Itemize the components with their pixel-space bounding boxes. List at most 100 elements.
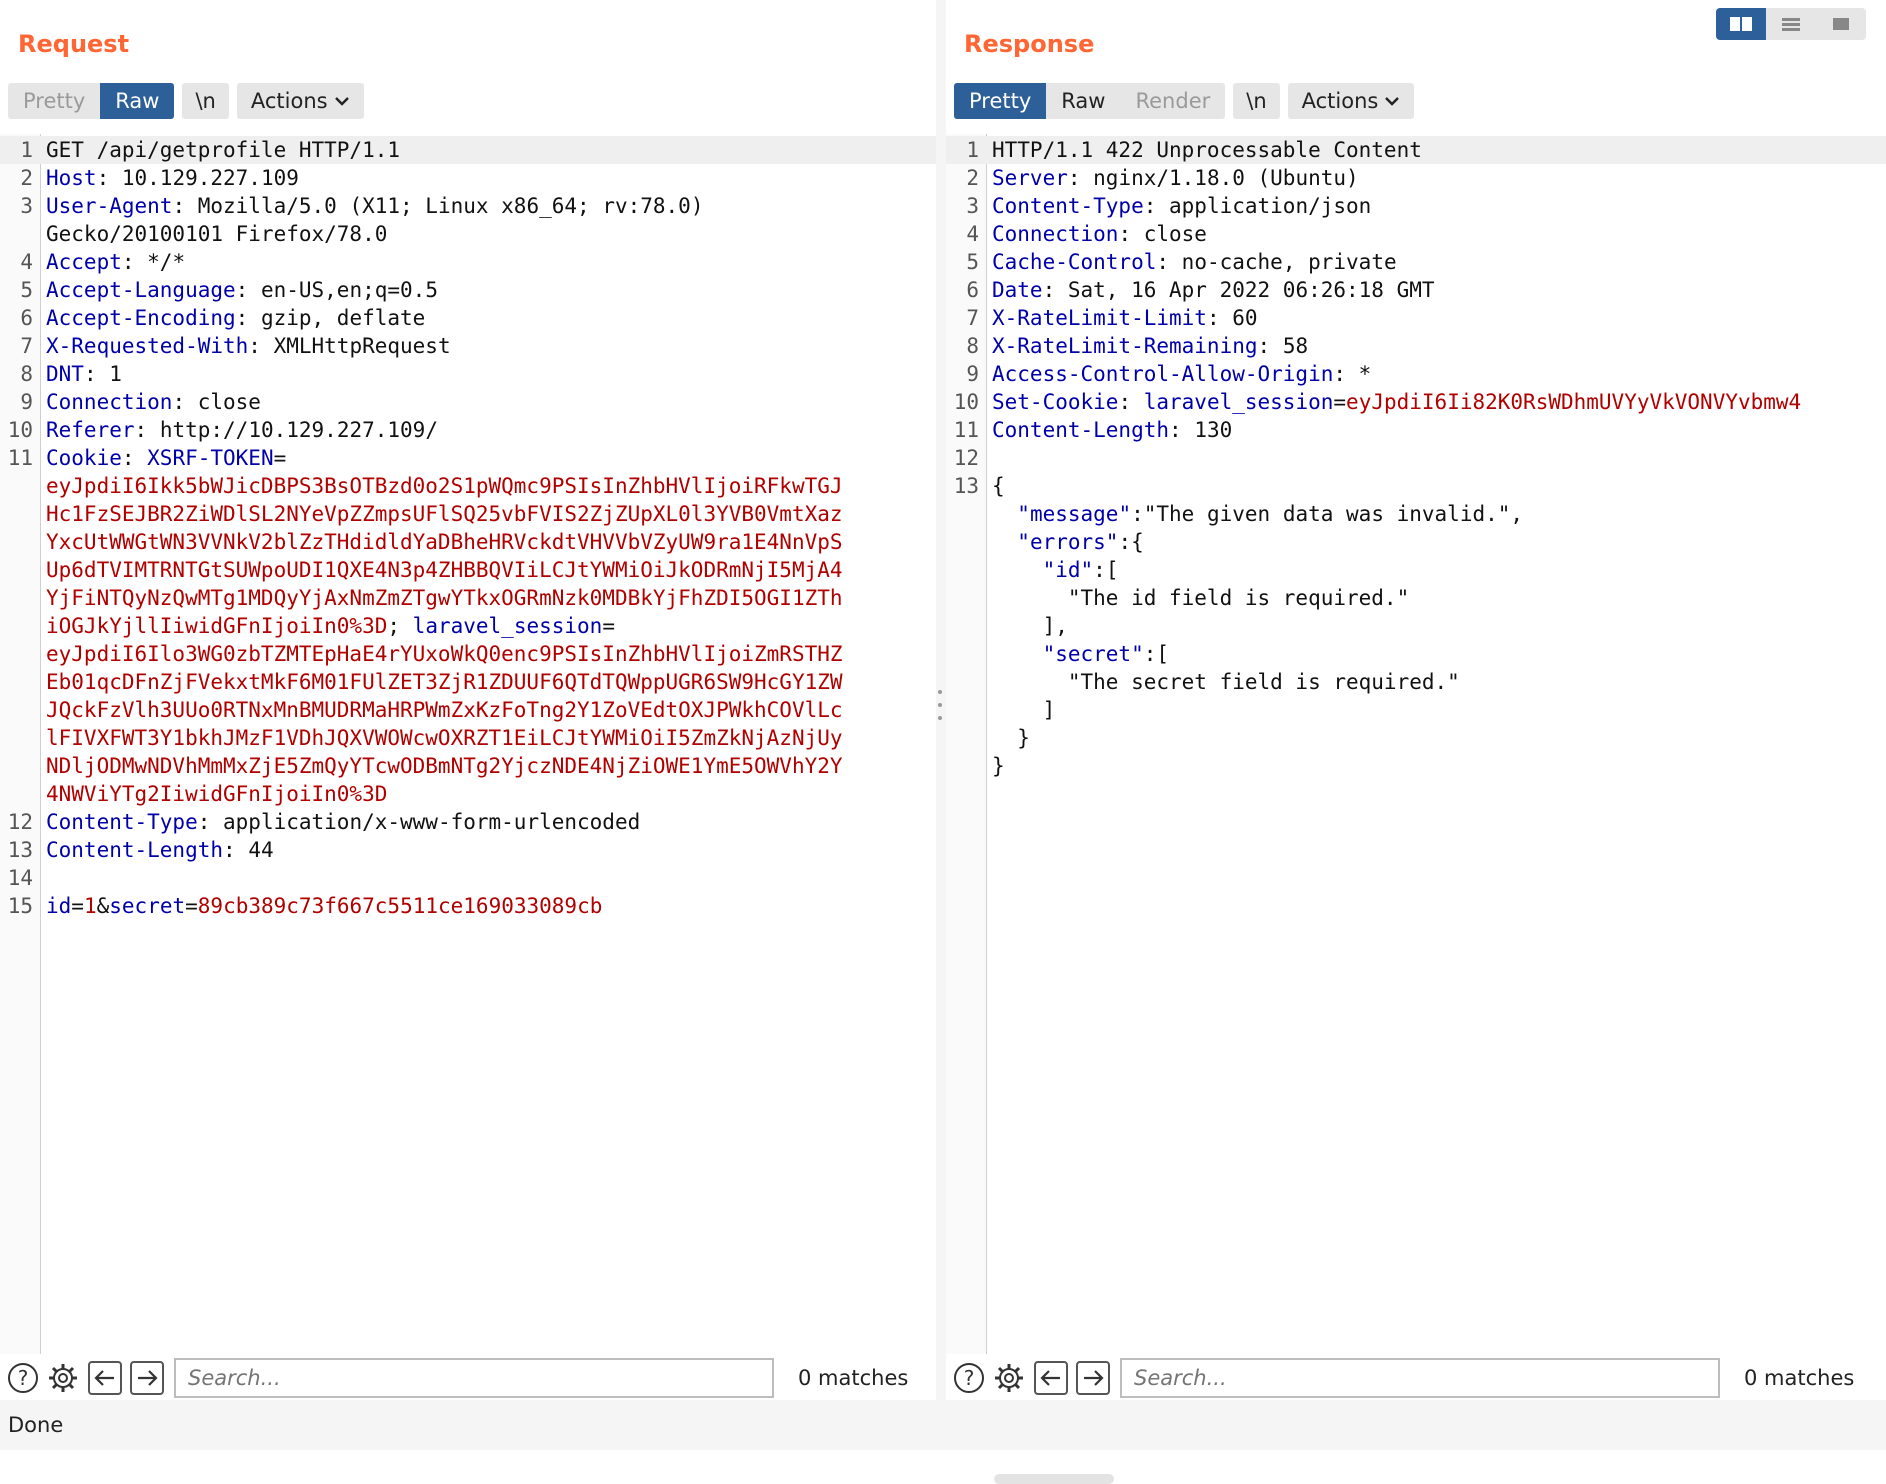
svg-text:?: ? (18, 1366, 29, 1390)
request-search-input[interactable] (174, 1358, 774, 1398)
cookie-session-value-line: NDljODMwNDVhMmMxZjE5ZmQyYTcwODBmNTg2Yjcz… (46, 754, 843, 778)
request-tab-pretty[interactable]: Pretty (8, 83, 100, 119)
request-line-12: 12 Content-Type: application/x-www-form-u… (7, 810, 641, 834)
request-line-8: 8 DNT: 1 (20, 362, 122, 386)
help-icon[interactable]: ? (952, 1361, 986, 1395)
response-tab-render[interactable]: Render (1120, 83, 1225, 119)
response-line-1: 1 HTTP/1.1 422 Unprocessable Content (946, 136, 1886, 164)
response-line-9: 9 Access-Control-Allow-Origin: * (966, 362, 1372, 386)
request-line-13: 13 Content-Length: 44 (7, 838, 274, 862)
cookie-xsrf-value-line: Hc1FzSEJBR2ZiWDlSL2NYeVpZZmpsUFlSQ25vbFV… (46, 502, 843, 526)
response-line-5: 5 Cache-Control: no-cache, private (966, 250, 1397, 274)
response-match-count: 0 matches (1744, 1366, 1855, 1390)
chevron-down-icon (334, 97, 349, 106)
cookie-session-value-line: lFIVXFWT3Y1bkhJMzF1VDhJQXVWOWcwOXRZT1EiL… (46, 726, 843, 750)
help-icon[interactable]: ? (6, 1361, 40, 1395)
cookie-session-value-line: eyJpdiI6Ilo3WG0zbTZMTEpHaE4rYUxoWkQ0enc9… (46, 642, 843, 666)
response-newline-toggle[interactable]: \n (1233, 83, 1280, 119)
chevron-down-icon (1385, 97, 1400, 106)
request-line-3: 3 User-Agent: Mozilla/5.0 (X11; Linux x86… (20, 194, 704, 218)
json-id-message-line: "The id field is required." (1067, 586, 1410, 610)
request-line-3-cont: Gecko/20100101 Firefox/78.0 (46, 222, 388, 246)
cookie-xsrf-value-line: Up6dTVIMTRNTGtSUWpoUDI1QXE4N3p4ZHBBQVIiL… (46, 558, 843, 582)
cookie-xsrf-value-line: iOGJkYjllIiwidGFnIjoiIn0%3D; laravel_ses… (46, 614, 615, 638)
response-title: Response (964, 30, 1095, 58)
response-line-3: 3 Content-Type: application/json (966, 194, 1372, 218)
response-tab-pretty[interactable]: Pretty (954, 83, 1047, 119)
response-view-tabs: Pretty Raw Render (954, 83, 1226, 119)
json-secret-line: "secret":[ (1042, 642, 1170, 666)
request-lines: 1 GET /api/getprofile HTTP/1.1 2 Host: 10.… (0, 136, 936, 920)
response-line-11: 11 Content-Length: 130 (953, 418, 1233, 442)
request-editor[interactable]: 1 GET /api/getprofile HTTP/1.1 2 Host: 10.… (0, 134, 936, 1354)
response-editor[interactable]: 1 HTTP/1.1 422 Unprocessable Content 2 Ser… (946, 134, 1886, 1484)
response-line-10: 10 Set-Cookie: laravel_session=eyJpdiI6Ii… (953, 390, 1802, 414)
response-line-8: 8 X-RateLimit-Remaining: 58 (966, 334, 1309, 358)
arrow-right-icon (138, 1370, 158, 1386)
drag-handle-icon[interactable] (937, 690, 943, 720)
request-line-7: 7 X-Requested-With: XMLHttpRequest (20, 334, 451, 358)
previous-match-button[interactable] (88, 1361, 122, 1395)
next-match-button[interactable] (1076, 1361, 1110, 1395)
request-line-14: 14 (7, 866, 33, 890)
response-line-7: 7 X-RateLimit-Limit: 60 (966, 306, 1258, 330)
cookie-xsrf-value-line: YjFiNTQyNzQwMTg1MDQyYjAxNmZmZTgwYTkxOGRm… (46, 586, 843, 610)
request-tab-raw[interactable]: Raw (100, 83, 175, 119)
response-search-bar: ? 0 matches (946, 1357, 1886, 1399)
response-line-12: 12 (953, 446, 979, 470)
json-id-line: "id":[ (1042, 558, 1119, 582)
previous-match-button[interactable] (1034, 1361, 1068, 1395)
request-title: Request (18, 30, 130, 58)
cookie-session-value-line: Eb01qcDFnZjFVekxtMkF6M01FUlZET3ZjR1ZDUUF… (46, 670, 843, 694)
request-actions-label: Actions (250, 89, 328, 113)
cookie-session-value-line: JQckFzVlh3UUo0RTNxMnBMUDRMaHRPWmZxKzFoTn… (46, 698, 843, 722)
horizontal-scrollbar[interactable] (994, 1474, 1114, 1484)
request-view-tabs: Pretty Raw (8, 83, 175, 119)
side-by-side-layout-icon[interactable] (1716, 8, 1766, 40)
cookie-xsrf-value-line: YxcUtWWGtWN3VVNkV2blZzTHdidldYaDBheHRVck… (46, 530, 843, 554)
request-line-1: 1 GET /api/getprofile HTTP/1.1 (0, 136, 936, 164)
request-line-5: 5 Accept-Language: en-US,en;q=0.5 (20, 278, 438, 302)
request-line-4: 4 Accept: */* (20, 250, 186, 274)
request-line-15: 15 id=1&secret=89cb389c73f667c5511ce16903… (7, 894, 603, 918)
json-secret-message-line: "The secret field is required." (1067, 670, 1460, 694)
status-bar: Done (0, 1400, 1886, 1450)
layout-switcher (1716, 8, 1866, 40)
response-line-2: 2 Server: nginx/1.18.0 (Ubuntu) (966, 166, 1359, 190)
request-line-6: 6 Accept-Encoding: gzip, deflate (20, 306, 426, 330)
response-actions-label: Actions (1301, 89, 1379, 113)
request-toolbar: Pretty Raw \n Actions (8, 83, 364, 119)
settings-gear-icon[interactable] (992, 1361, 1026, 1395)
cookie-session-value-line: 4NWViYTg2IiwidGFnIjoiIn0%3D (46, 782, 388, 806)
response-line-13: 13{ (953, 474, 1005, 498)
response-tab-raw[interactable]: Raw (1046, 83, 1120, 119)
next-match-button[interactable] (130, 1361, 164, 1395)
arrow-right-icon (1084, 1370, 1104, 1386)
json-close-object-line: } (1017, 726, 1030, 750)
request-actions-button[interactable]: Actions (236, 83, 364, 119)
response-actions-button[interactable]: Actions (1287, 83, 1415, 119)
json-close-array-line: ] (1042, 698, 1056, 722)
arrow-left-icon (94, 1370, 114, 1386)
request-panel: Request Pretty Raw \n Actions 1 GET /api/… (0, 0, 936, 1400)
request-line-9: 9 Connection: close (20, 390, 261, 414)
response-panel: Response Pretty Raw Render \n Actions 1H… (946, 0, 1886, 1484)
request-newline-toggle[interactable]: \n (182, 83, 229, 119)
response-line-4: 4 Connection: close (966, 222, 1207, 246)
json-message-line: "message":"The given data was invalid.", (1017, 502, 1524, 526)
request-line-11: 11 Cookie: XSRF-TOKEN= (7, 446, 287, 470)
request-line-10: 10 Referer: http://10.129.227.109/ (7, 418, 438, 442)
svg-text:?: ? (964, 1366, 975, 1390)
request-line-2: 2 Host: 10.129.227.109 (20, 166, 299, 190)
response-search-input[interactable] (1120, 1358, 1720, 1398)
arrow-left-icon (1040, 1370, 1060, 1386)
response-toolbar: Pretty Raw Render \n Actions (954, 83, 1415, 119)
json-close-array-line: ], (1042, 614, 1068, 638)
json-errors-line: "errors":{ (1017, 530, 1144, 554)
settings-gear-icon[interactable] (46, 1361, 80, 1395)
response-line-6: 6 Date: Sat, 16 Apr 2022 06:26:18 GMT (966, 278, 1435, 302)
stacked-layout-icon[interactable] (1766, 8, 1816, 40)
json-close-root-line: } (992, 754, 1005, 778)
single-pane-layout-icon[interactable] (1816, 8, 1866, 40)
status-text: Done (8, 1413, 64, 1437)
